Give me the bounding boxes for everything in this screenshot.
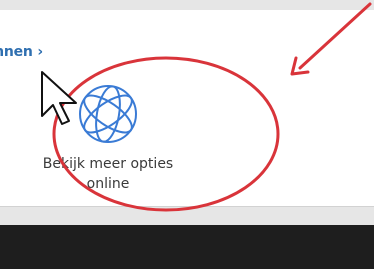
annotation-arrow-line [298,2,372,70]
annotation-overlay [52,2,372,212]
highlight-ellipse [52,56,280,212]
screenshot-stage: sbronnen › rum Bekijk meer opties online [0,0,374,269]
arrow-cursor-icon [41,71,77,125]
